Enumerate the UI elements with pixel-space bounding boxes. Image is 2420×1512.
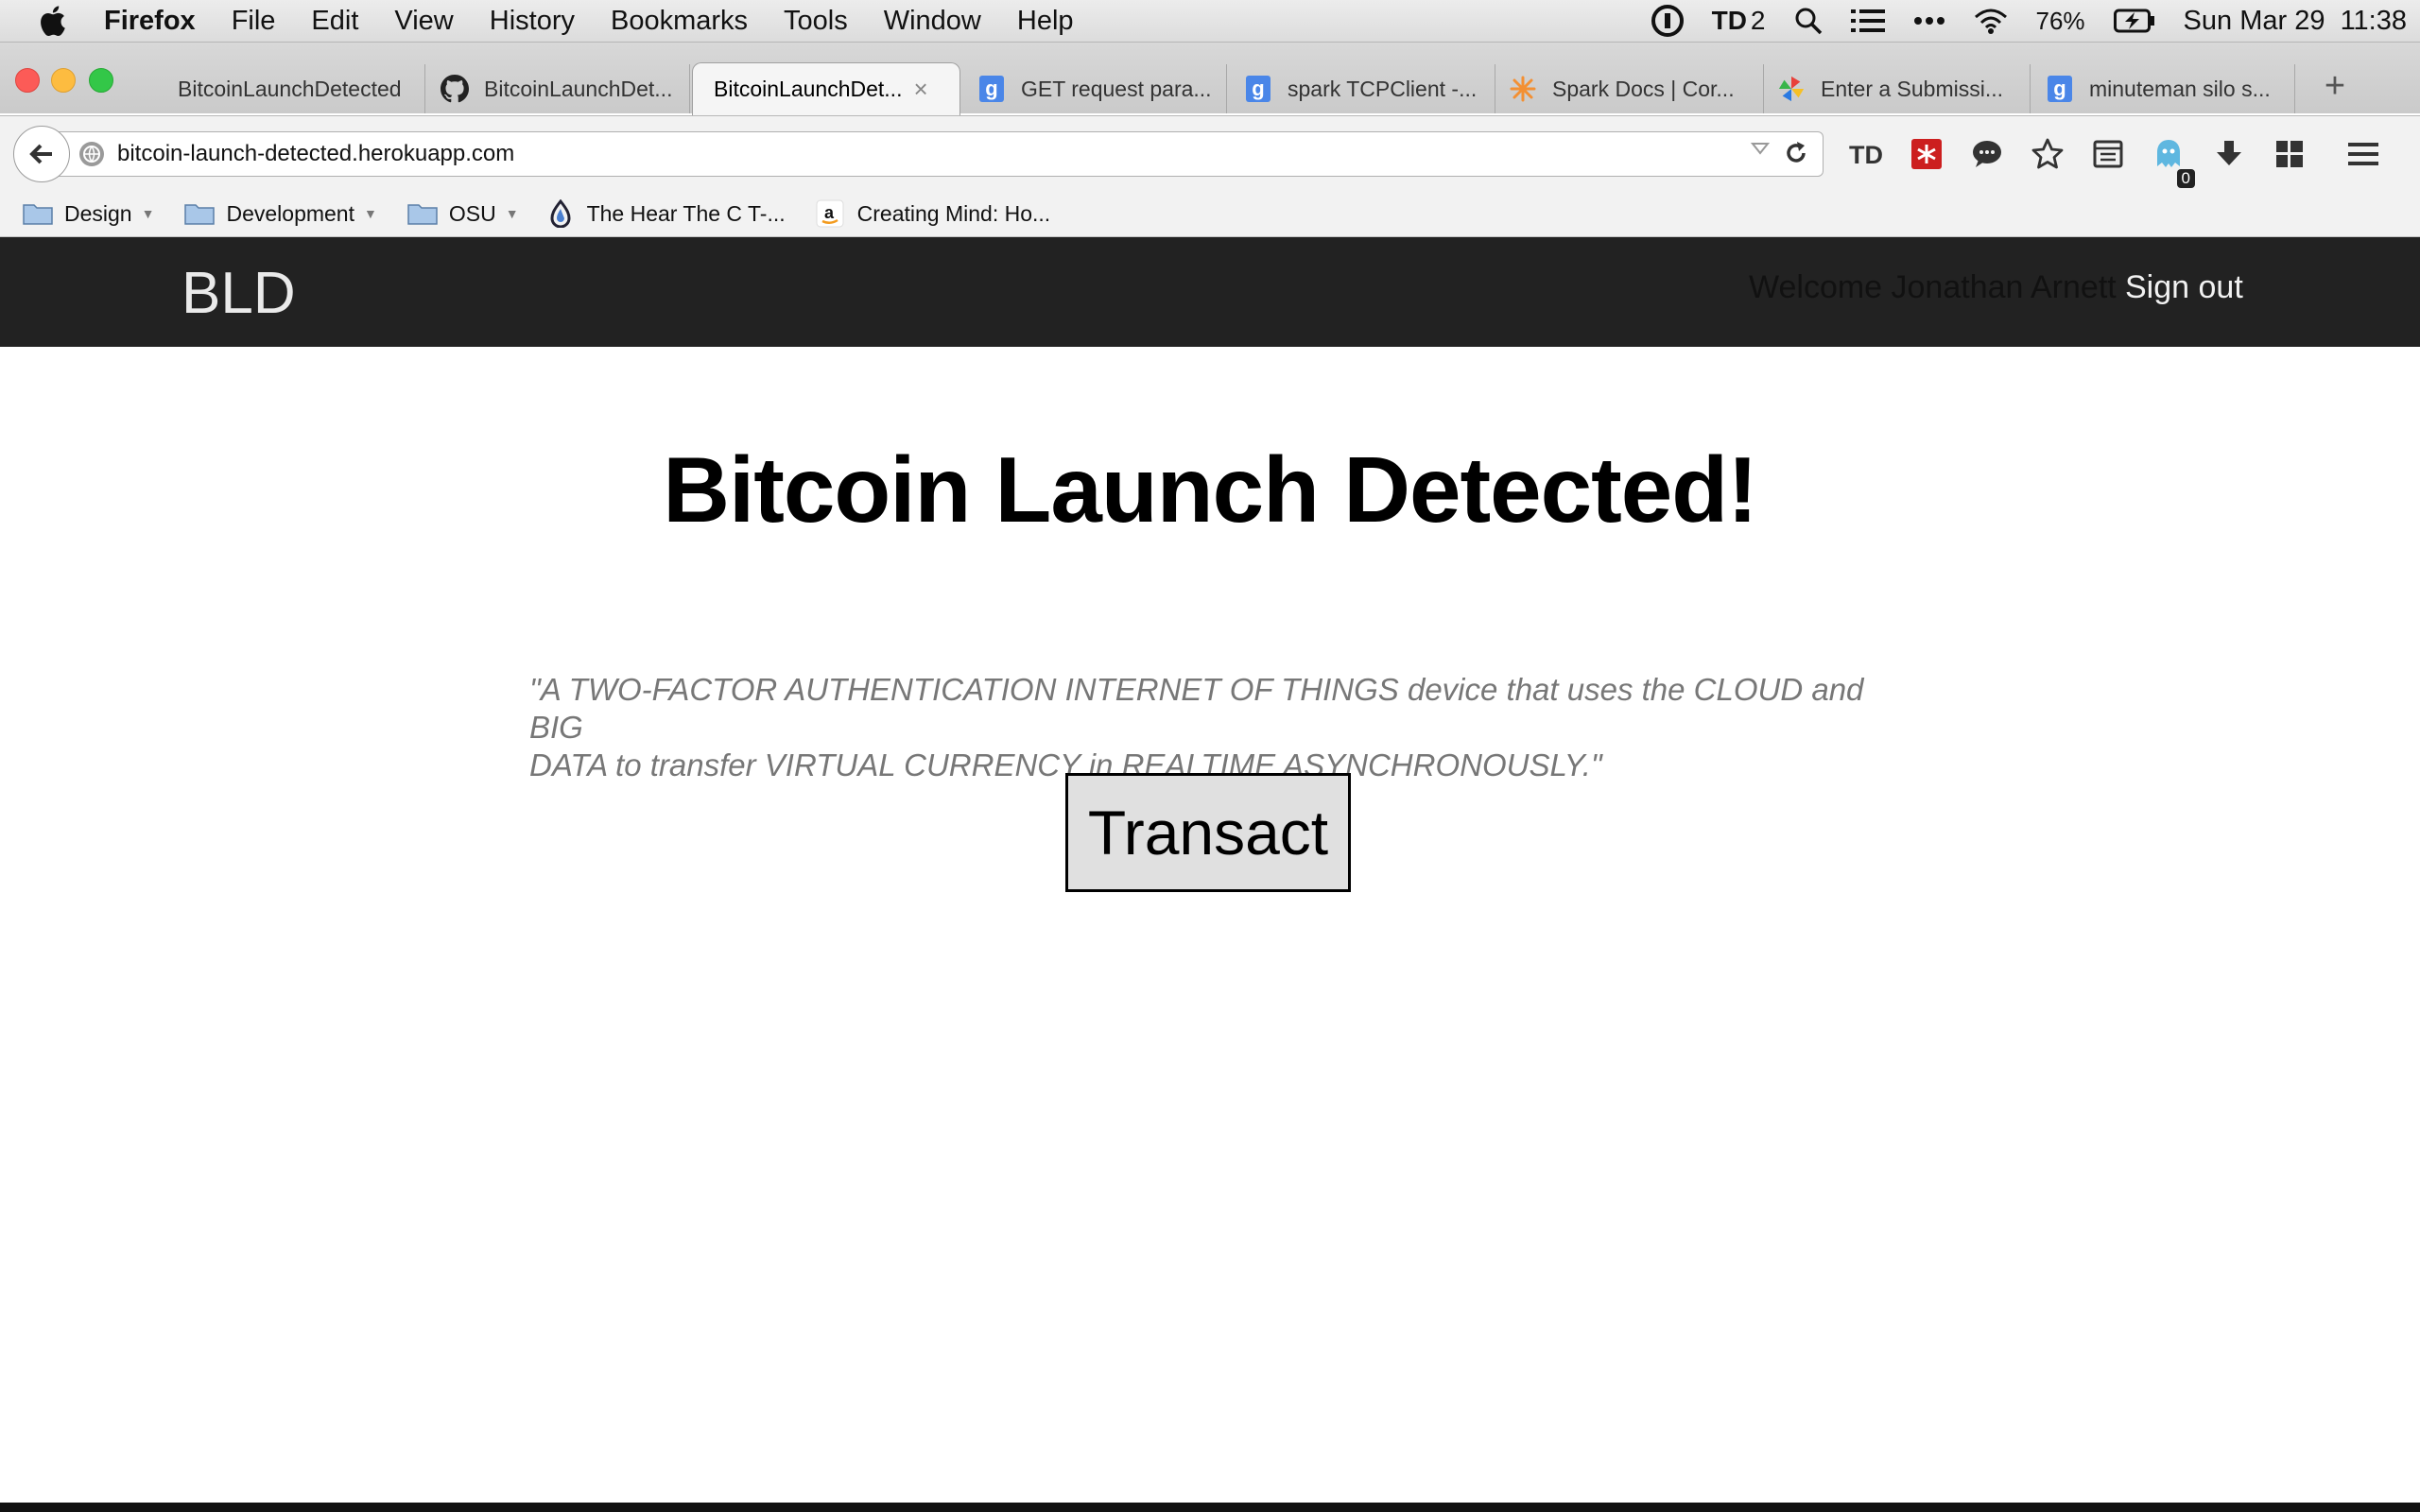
ghostery-icon[interactable]: 0 <box>2146 131 2195 188</box>
chevron-down-icon: ▼ <box>505 206 519 221</box>
tweetdeck-icon[interactable]: TD <box>1843 131 1889 177</box>
folder-icon <box>184 204 216 225</box>
tagline-line-1: "A TWO-FACTOR AUTHENTICATION INTERNET OF… <box>529 672 1864 745</box>
menubar-status-area: TD 2 76% Sun Mar 29 11:38 <box>1651 0 2420 42</box>
chevron-down-icon: ▼ <box>141 206 155 221</box>
spotlight-search-icon[interactable] <box>1794 7 1823 35</box>
tab-title: minuteman silo s... <box>2089 76 2271 101</box>
tab-title: Spark Docs | Cor... <box>1552 76 1735 101</box>
amazon-icon: a <box>816 199 844 228</box>
td-count: 2 <box>1750 6 1766 35</box>
bookmark-label: The Hear The C T-... <box>586 200 786 226</box>
bookmark-folder-osu[interactable]: OSU ▼ <box>407 201 519 227</box>
site-brand-logo[interactable]: BLD <box>182 260 296 327</box>
td-logo-icon: TD <box>1711 6 1747 35</box>
pinwheel-icon <box>1777 75 1806 103</box>
toolbar-icons: TD 0 <box>1843 131 2401 188</box>
menu-window[interactable]: Window <box>884 6 981 37</box>
tab-title: BitcoinLaunchDetected <box>178 76 402 101</box>
bookmark-folder-development[interactable]: Development ▼ <box>184 200 377 227</box>
spark-icon <box>1509 75 1537 103</box>
tab-github-repo[interactable]: BitcoinLaunchDet... <box>427 64 690 113</box>
tab-title: BitcoinLaunchDet... <box>484 76 673 101</box>
back-arrow-icon <box>29 144 52 164</box>
menu-history[interactable]: History <box>490 6 575 37</box>
folder-icon <box>23 204 53 225</box>
tab-close-icon[interactable]: × <box>913 75 927 104</box>
url-history-dropdown-icon[interactable] <box>1750 142 1771 160</box>
site-navbar: BLD Welcome Jonathan Arnett Sign out <box>0 237 2420 347</box>
tab-bitcoinlaunchdetected[interactable]: BitcoinLaunchDetected <box>159 64 425 113</box>
tab-title: Enter a Submissi... <box>1821 76 2004 101</box>
tab-active-bitcoinlaunchdetected[interactable]: BitcoinLaunchDet... × <box>692 62 960 115</box>
bookmark-label: Creating Mind: Ho... <box>856 200 1051 226</box>
tab-title: spark TCPClient -... <box>1288 76 1478 101</box>
tab-title: GET request para... <box>1021 76 1212 101</box>
battery-charging-icon[interactable] <box>2113 9 2155 33</box>
browser-nav-bar: bitcoin-launch-detected.herokuapp.com TD… <box>0 115 2420 192</box>
tab-title: BitcoinLaunchDet... <box>714 77 903 101</box>
google-icon: g <box>1244 75 1272 103</box>
chevron-down-icon: ▼ <box>364 206 377 221</box>
svg-text:a: a <box>824 203 835 222</box>
svg-text:TD: TD <box>1849 141 1883 167</box>
folder-icon <box>407 204 438 225</box>
bookmark-label: Design <box>64 200 132 226</box>
bookmark-folder-design[interactable]: Design ▼ <box>23 201 154 227</box>
tweetdeck-status[interactable]: TD 2 <box>1712 6 1766 36</box>
drop-shield-icon <box>550 199 571 228</box>
reading-list-icon[interactable] <box>2085 131 2131 177</box>
url-text[interactable]: bitcoin-launch-detected.herokuapp.com <box>117 141 514 167</box>
new-tab-button[interactable]: + <box>2316 66 2354 107</box>
lastpass-icon[interactable] <box>1904 131 1949 177</box>
tab-minuteman-silo[interactable]: g minuteman silo s... <box>2032 64 2295 113</box>
page-title: Bitcoin Launch Detected! <box>663 438 1758 541</box>
wifi-icon[interactable] <box>1974 8 2008 34</box>
site-identity-globe-icon[interactable] <box>79 142 104 166</box>
bookmark-label: Development <box>226 200 354 226</box>
menu-help[interactable]: Help <box>1017 6 1074 37</box>
apple-logo-icon[interactable] <box>38 4 70 38</box>
macos-menubar: Firefox File Edit View History Bookmarks… <box>0 0 2420 43</box>
bookmark-star-icon[interactable] <box>2025 131 2070 177</box>
menu-edit[interactable]: Edit <box>311 6 358 37</box>
window-zoom-button[interactable] <box>89 68 113 93</box>
welcome-user-text: Welcome Jonathan Arnett <box>1749 269 2117 305</box>
google-icon: g <box>977 75 1006 103</box>
window-bottom-edge <box>0 1503 2420 1512</box>
github-icon <box>441 75 469 103</box>
tweetdeck-ring-icon[interactable] <box>1651 5 1684 37</box>
address-bar[interactable]: bitcoin-launch-detected.herokuapp.com <box>59 131 1824 177</box>
bookmark-hear-the-c[interactable]: The Hear The C T-... <box>549 199 786 228</box>
tab-enter-submission[interactable]: Enter a Submissi... <box>1766 64 2031 113</box>
tagline-quote: "A TWO-FACTOR AUTHENTICATION INTERNET OF… <box>529 671 1910 784</box>
tab-get-request[interactable]: g GET request para... <box>962 64 1227 113</box>
battery-percent[interactable]: 76% <box>2036 7 2085 36</box>
ghostery-count-badge: 0 <box>2176 169 2195 188</box>
window-minimize-button[interactable] <box>51 68 76 93</box>
reload-icon[interactable] <box>1783 140 1809 171</box>
chat-bubble-icon[interactable] <box>1964 131 2010 177</box>
menu-bookmarks[interactable]: Bookmarks <box>611 6 748 37</box>
clock-datetime[interactable]: Sun Mar 29 11:38 <box>2184 6 2407 37</box>
tab-spark-tcpclient[interactable]: g spark TCPClient -... <box>1229 64 1495 113</box>
window-close-button[interactable] <box>15 68 40 93</box>
tab-spark-docs[interactable]: Spark Docs | Cor... <box>1497 64 1764 113</box>
hamburger-menu-icon[interactable] <box>2341 131 2386 177</box>
menu-tools[interactable]: Tools <box>784 6 848 37</box>
bookmark-label: OSU <box>448 200 496 226</box>
google-icon: g <box>2046 75 2074 103</box>
bookmark-creating-mind[interactable]: a Creating Mind: Ho... <box>816 199 1051 228</box>
download-arrow-icon[interactable] <box>2206 131 2252 177</box>
back-button[interactable] <box>13 126 70 182</box>
tile-grid-icon[interactable] <box>2267 131 2312 177</box>
menu-file[interactable]: File <box>232 6 276 37</box>
menu-view[interactable]: View <box>394 6 453 37</box>
sign-out-link[interactable]: Sign out <box>2125 269 2243 306</box>
more-dots-icon[interactable] <box>1913 16 1945 26</box>
transact-button[interactable]: Transact <box>1065 773 1351 892</box>
app-menu-firefox[interactable]: Firefox <box>104 6 196 37</box>
notification-list-icon[interactable] <box>1850 8 1885 34</box>
bookmarks-toolbar: Design ▼ Development ▼ OSU ▼ The Hear Th… <box>0 191 2420 237</box>
